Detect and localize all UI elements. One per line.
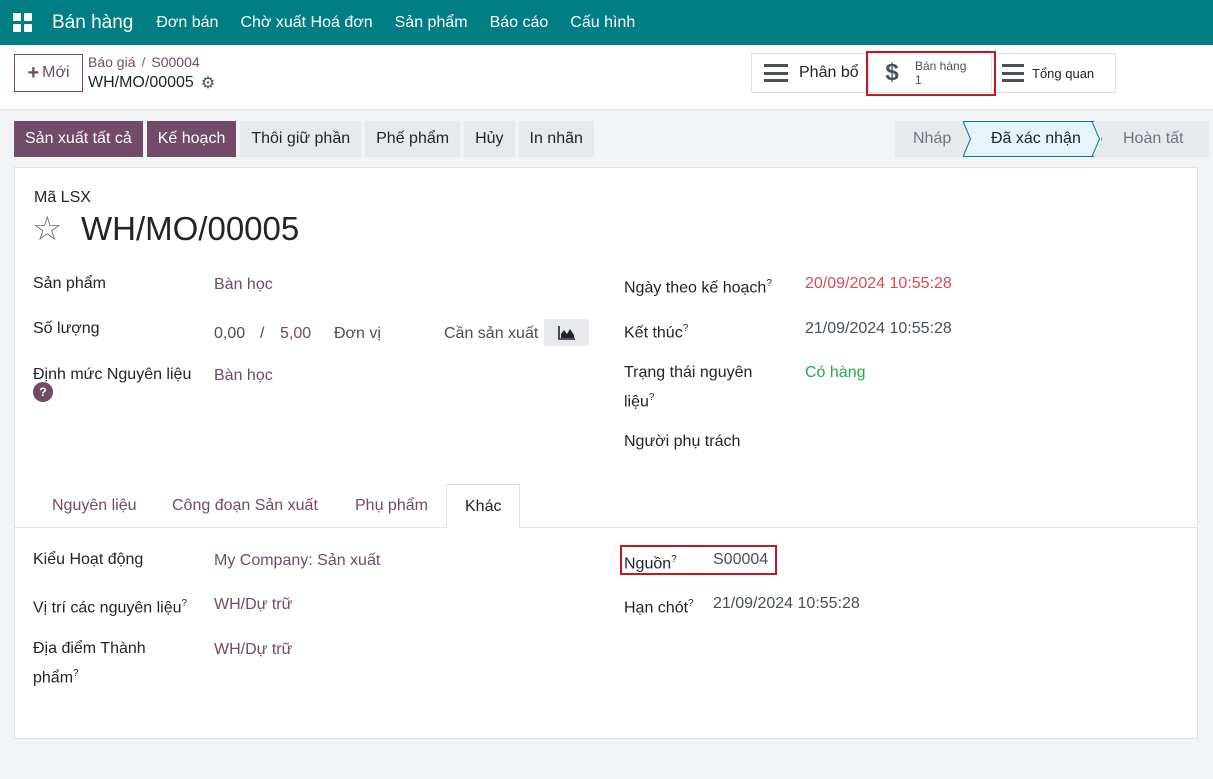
- end-date-value[interactable]: 21/09/2024 10:55:28: [805, 316, 952, 341]
- cancel-button[interactable]: Hủy: [464, 121, 515, 157]
- operation-type-value[interactable]: My Company: Sản xuất: [214, 548, 380, 573]
- stage-done[interactable]: Hoàn tất: [1094, 121, 1209, 157]
- nav-sales-orders[interactable]: Đơn bán: [145, 14, 229, 32]
- component-location-value[interactable]: WH/Dự trữ: [214, 592, 292, 617]
- overview-smart-button[interactable]: Tổng quan: [992, 53, 1116, 93]
- apps-menu-icon[interactable]: [0, 0, 44, 45]
- nav-to-invoice[interactable]: Chờ xuất Hoá đơn: [229, 14, 383, 32]
- bom-label: Định mức Nguyên liệu: [33, 366, 192, 383]
- sales-smart-button[interactable]: $ Bán hàng 1: [868, 53, 992, 93]
- uom-value[interactable]: Đơn vị: [334, 321, 381, 346]
- help-icon[interactable]: ?: [33, 382, 53, 402]
- allocate-smart-button[interactable]: Phân bổ: [751, 53, 868, 93]
- tab-work-orders[interactable]: Công đoạn Sản xuất: [172, 484, 318, 528]
- responsible-label: Người phụ trách: [624, 433, 741, 450]
- finished-location-label: Địa điểm Thành phẩm?: [33, 640, 146, 687]
- quantity-total[interactable]: 5,00: [280, 321, 311, 346]
- status-stages: Nháp Đã xác nhận Hoàn tất: [895, 121, 1209, 157]
- allocate-label: Phân bổ: [799, 64, 859, 81]
- gear-icon[interactable]: ⚙: [201, 73, 215, 93]
- tab-miscellaneous[interactable]: Khác: [446, 484, 521, 529]
- star-icon[interactable]: ☆: [32, 212, 62, 246]
- breadcrumb: Báo giá / S00004: [88, 54, 200, 70]
- deadline-value[interactable]: 21/09/2024 10:55:28: [713, 591, 860, 616]
- new-button[interactable]: + Mới: [14, 54, 83, 92]
- stage-confirmed[interactable]: Đã xác nhận: [964, 121, 1102, 157]
- component-status-label: Trạng thái nguyên liệu?: [624, 364, 753, 411]
- notebook-tabs: Nguyên liệu Công đoạn Sản xuất Phụ phẩm …: [15, 484, 1197, 529]
- area-chart-icon: [557, 325, 575, 340]
- form-sheet: Mã LSX ☆ WH/MO/00005 Sản phẩm Bàn học Số…: [14, 167, 1198, 739]
- overview-label: Tổng quan: [1032, 65, 1095, 81]
- operation-type-label: Kiểu Hoạt động: [33, 551, 144, 568]
- print-labels-button[interactable]: In nhãn: [518, 121, 594, 157]
- quantity-done[interactable]: 0,00: [214, 321, 245, 346]
- product-label: Sản phẩm: [33, 275, 106, 292]
- smart-buttons: Phân bổ $ Bán hàng 1 Tổng quan: [751, 53, 1116, 93]
- plus-icon: +: [27, 62, 40, 84]
- tab-by-products[interactable]: Phụ phẩm: [355, 484, 428, 528]
- record-name-text: WH/MO/00005: [88, 74, 194, 91]
- breadcrumb-quotations[interactable]: Báo giá: [88, 54, 135, 70]
- nav-reports[interactable]: Báo cáo: [479, 14, 560, 32]
- control-panel: + Mới Báo giá / S00004 WH/MO/00005 ⚙ Phân …: [0, 45, 1213, 110]
- dollar-icon: $: [885, 59, 899, 86]
- product-value[interactable]: Bàn học: [214, 272, 273, 297]
- component-location-label: Vị trí các nguyên liệu?: [33, 598, 188, 617]
- record-name: WH/MO/00005 ⚙: [88, 73, 215, 93]
- top-navbar: Bán hàng Đơn bán Chờ xuất Hoá đơn Sản ph…: [0, 0, 1213, 45]
- produce-all-button[interactable]: Sản xuất tất cả: [14, 121, 143, 157]
- quantity-separator: /: [260, 325, 265, 342]
- list-icon: [764, 64, 788, 82]
- forecast-chart-button[interactable]: [544, 319, 589, 346]
- deadline-label: Hạn chót?: [624, 598, 694, 617]
- source-value[interactable]: S00004: [713, 547, 768, 572]
- stage-draft[interactable]: Nháp: [895, 121, 972, 157]
- plan-button[interactable]: Kế hoạch: [146, 121, 237, 157]
- breadcrumb-order[interactable]: S00004: [151, 54, 199, 70]
- quantity-label: Số lượng: [33, 320, 100, 337]
- to-produce-label: Cần sản xuất: [444, 325, 539, 342]
- component-status-value: Có hàng: [805, 364, 866, 381]
- sales-count: 1: [915, 73, 922, 87]
- nav-configuration[interactable]: Cấu hình: [559, 14, 646, 32]
- nav-products[interactable]: Sản phẩm: [384, 14, 479, 32]
- reference-label: Mã LSX: [34, 189, 91, 206]
- tab-components[interactable]: Nguyên liệu: [52, 484, 137, 528]
- app-name[interactable]: Bán hàng: [52, 12, 133, 34]
- new-button-label: Mới: [42, 64, 70, 81]
- planned-date-label: Ngày theo kế hoạch?: [624, 278, 772, 297]
- finished-location-value[interactable]: WH/Dự trữ: [214, 637, 292, 662]
- sales-label: Bán hàng: [915, 59, 967, 73]
- unreserve-button[interactable]: Thôi giữ phần: [240, 121, 362, 157]
- scrap-button[interactable]: Phế phẩm: [365, 121, 461, 157]
- end-date-label: Kết thúc?: [624, 323, 689, 342]
- bom-value[interactable]: Bàn học: [214, 363, 273, 388]
- source-label: Nguồn?: [624, 554, 677, 573]
- mo-title: WH/MO/00005: [81, 210, 300, 247]
- menu-lines-icon: [1002, 64, 1024, 82]
- action-buttons: Sản xuất tất cả Kế hoạch Thôi giữ phần P…: [14, 121, 598, 157]
- planned-date-value[interactable]: 20/09/2024 10:55:28: [805, 271, 952, 296]
